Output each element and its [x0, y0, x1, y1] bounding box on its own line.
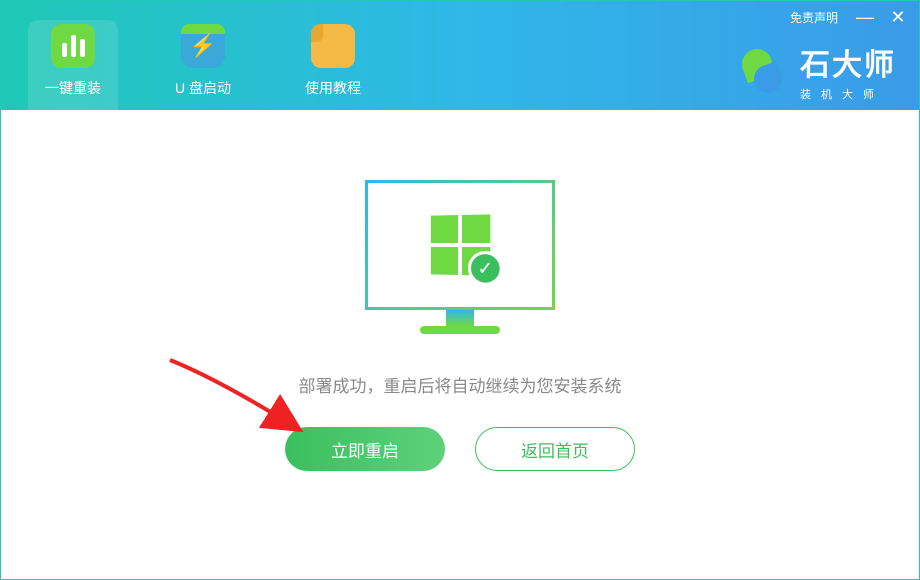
status-message: 部署成功，重启后将自动继续为您安装系统	[299, 372, 622, 397]
logo-title: 石大师	[800, 40, 896, 84]
disclaimer-link[interactable]: 免责声明	[790, 9, 838, 26]
logo-subtitle: 装机大师	[800, 86, 896, 102]
brand-logo: 石大师 装机大师	[738, 40, 896, 102]
checkmark-icon: ✓	[468, 251, 503, 286]
windows-icon: ✓	[431, 214, 490, 275]
book-icon	[311, 24, 355, 68]
window-controls: 免责声明 — ✕	[790, 8, 906, 26]
restart-button[interactable]: 立即重启	[285, 427, 445, 471]
home-button[interactable]: 返回首页	[475, 427, 635, 471]
monitor-illustration: ✓	[365, 180, 555, 334]
logo-icon	[738, 47, 786, 95]
usb-icon: ⚡	[181, 24, 225, 68]
close-icon[interactable]: ✕	[890, 8, 906, 26]
main-content: ✓ 部署成功，重启后将自动继续为您安装系统 立即重启 返回首页	[0, 110, 920, 471]
app-header: 一键重装 ⚡ U 盘启动 使用教程 免责声明 — ✕ 石大师 装机大师	[0, 0, 920, 110]
tab-label: 一键重装	[45, 78, 101, 98]
bars-icon	[51, 24, 95, 68]
minimize-icon[interactable]: —	[856, 8, 872, 26]
tab-tutorial[interactable]: 使用教程	[288, 20, 378, 110]
tab-label: 使用教程	[305, 78, 361, 98]
tab-reinstall[interactable]: 一键重装	[28, 20, 118, 110]
tab-label: U 盘启动	[175, 78, 231, 98]
action-buttons: 立即重启 返回首页	[285, 427, 635, 471]
tab-usb-boot[interactable]: ⚡ U 盘启动	[158, 20, 248, 110]
nav-tabs: 一键重装 ⚡ U 盘启动 使用教程	[0, 0, 378, 110]
